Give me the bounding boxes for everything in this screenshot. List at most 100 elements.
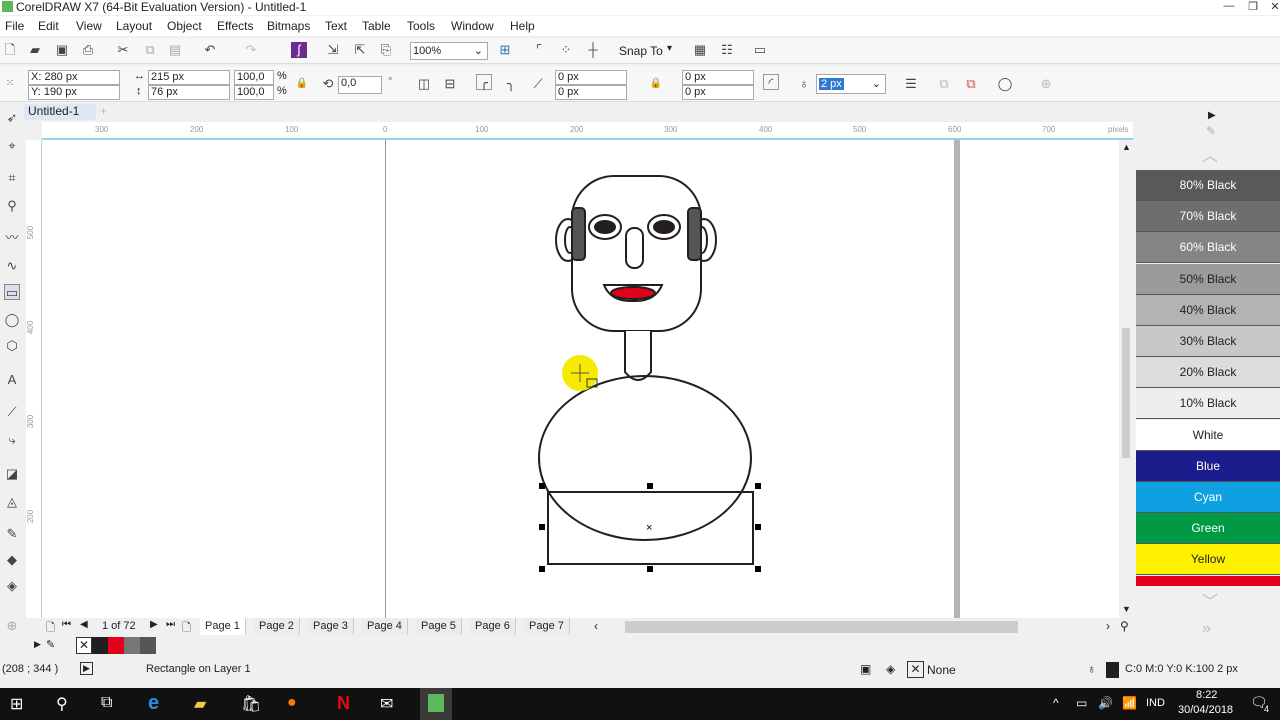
- vertical-scrollbar[interactable]: ▲ ▼: [1119, 140, 1133, 618]
- connector-tool-icon[interactable]: ⤷: [4, 432, 20, 448]
- menu-tools[interactable]: Tools: [407, 19, 435, 33]
- page-tab-7[interactable]: Page 7: [524, 618, 570, 635]
- menu-layout[interactable]: Layout: [116, 19, 152, 33]
- minimize-button[interactable]: —: [1218, 0, 1240, 14]
- relative-corner-scaling-icon[interactable]: ◜: [763, 74, 779, 90]
- scale-x-field[interactable]: 100,0: [234, 70, 274, 85]
- to-front-icon[interactable]: ⧉: [936, 76, 952, 92]
- horizontal-ruler[interactable]: 300 200 100 0 100 200 300 400 500 600 70…: [42, 122, 1133, 140]
- clock-time[interactable]: 8:22: [1196, 689, 1217, 701]
- x-position-field[interactable]: X: 280 px: [28, 70, 120, 85]
- pick-tool-icon[interactable]: ➶: [4, 110, 20, 126]
- scroll-down-icon[interactable]: ▼: [1122, 604, 1131, 614]
- expand-palette-icon[interactable]: »: [1202, 620, 1211, 638]
- scroll-down-icon[interactable]: ﹀: [1202, 588, 1218, 612]
- zoom-select[interactable]: 100% ⌄: [410, 42, 488, 60]
- page-tab-5[interactable]: Page 5: [416, 618, 462, 635]
- next-page-icon[interactable]: ▶: [150, 619, 158, 630]
- convert-to-curves-icon[interactable]: ◯: [997, 76, 1013, 92]
- lock-ratio-icon[interactable]: 🔒: [294, 76, 310, 92]
- add-tool-icon[interactable]: ⊕: [4, 618, 20, 634]
- horizontal-scroll-thumb[interactable]: [625, 621, 1018, 633]
- polygon-tool-icon[interactable]: ⬡: [4, 338, 20, 354]
- application-launcher-icon[interactable]: ☷: [719, 42, 735, 58]
- search-content-icon[interactable]: ʃ: [291, 42, 307, 58]
- swatch-30-black[interactable]: 30% Black: [1136, 326, 1280, 357]
- scalloped-corner-icon[interactable]: ╮: [503, 76, 519, 92]
- menu-file[interactable]: File: [5, 19, 24, 33]
- open-icon[interactable]: ▰: [27, 42, 43, 58]
- page-tab-4[interactable]: Page 4: [362, 618, 408, 635]
- vertical-ruler[interactable]: 500 400 300 200: [26, 140, 42, 618]
- no-color-swatch[interactable]: ✕: [76, 637, 92, 654]
- swatch-white[interactable]: White: [1136, 419, 1280, 451]
- swatch-50-black[interactable]: 50% Black: [1136, 263, 1280, 295]
- menu-bitmaps[interactable]: Bitmaps: [267, 19, 310, 33]
- crop-tool-icon[interactable]: ⌗: [4, 170, 20, 186]
- show-guidelines-icon[interactable]: ┼: [585, 42, 601, 58]
- redo-icon[interactable]: ↷: [243, 42, 259, 58]
- page-tab-6[interactable]: Page 6: [470, 618, 516, 635]
- swatch-20-black[interactable]: 20% Black: [1136, 357, 1280, 389]
- full-screen-preview-icon[interactable]: ⊞: [497, 42, 513, 58]
- outline-color-swatch[interactable]: [1106, 662, 1119, 678]
- chamfered-corner-icon[interactable]: ⟋: [530, 76, 546, 92]
- scroll-up-icon[interactable]: ▲: [1122, 142, 1131, 152]
- freehand-tool-icon[interactable]: 〰: [4, 230, 20, 246]
- firefox-icon[interactable]: ●: [287, 694, 297, 712]
- scroll-left-icon[interactable]: ‹: [594, 619, 598, 633]
- first-page-icon[interactable]: ⏮: [62, 619, 71, 630]
- swatch-red[interactable]: [1136, 576, 1280, 586]
- to-back-icon[interactable]: ⧉: [963, 76, 979, 92]
- eyedropper-icon[interactable]: ✎: [4, 526, 20, 542]
- text-wrap-icon[interactable]: ☰: [903, 76, 919, 92]
- volume-icon[interactable]: 🔊: [1098, 696, 1113, 710]
- netflix-icon[interactable]: N: [337, 693, 350, 714]
- cut-icon[interactable]: ✂: [115, 42, 131, 58]
- outline-width-select[interactable]: 2 px ⌄: [816, 74, 886, 94]
- menu-text[interactable]: Text: [325, 19, 347, 33]
- rectangle-tool-icon[interactable]: ▭: [4, 284, 20, 300]
- swatch-blue[interactable]: Blue: [1136, 450, 1280, 482]
- round-corner-icon[interactable]: ╭: [476, 74, 492, 90]
- task-view-icon[interactable]: ⧉: [101, 694, 112, 712]
- previous-page-icon[interactable]: ◀: [80, 619, 88, 630]
- height-field[interactable]: 76 px: [148, 85, 230, 100]
- swatch-80-black[interactable]: 80% Black: [1136, 170, 1280, 201]
- no-fill-swatch[interactable]: ✕: [907, 661, 924, 678]
- mail-icon[interactable]: ✉: [380, 694, 393, 714]
- swatch-10-black[interactable]: 10% Black: [1136, 388, 1280, 420]
- vertical-scroll-thumb[interactable]: [1122, 328, 1130, 458]
- new-icon[interactable]: 🗋: [2, 42, 18, 58]
- undo-icon[interactable]: ↶: [202, 42, 218, 58]
- export-icon[interactable]: ⇱: [352, 42, 368, 58]
- document-tab[interactable]: Untitled-1: [24, 104, 96, 120]
- page-tab-3[interactable]: Page 3: [308, 618, 354, 635]
- menu-window[interactable]: Window: [451, 19, 494, 33]
- zoom-navigator-icon[interactable]: ⚲: [1120, 619, 1129, 633]
- interactive-fill-icon[interactable]: ◆: [4, 552, 20, 568]
- restore-button[interactable]: ❐: [1242, 0, 1264, 14]
- menu-view[interactable]: View: [76, 19, 102, 33]
- corner-radius-bottom-left[interactable]: 0 px: [555, 85, 627, 100]
- close-button[interactable]: ✕: [1264, 0, 1280, 14]
- copy-icon[interactable]: ⧉: [142, 42, 158, 58]
- page-tab-2[interactable]: Page 2: [254, 618, 300, 635]
- battery-icon[interactable]: ▭: [1076, 696, 1087, 710]
- network-icon[interactable]: 📶: [1122, 696, 1137, 710]
- swatch-dark-gray[interactable]: [140, 637, 156, 654]
- snap-to-dropdown[interactable]: Snap To: [619, 44, 663, 58]
- welcome-screen-icon[interactable]: ▭: [752, 42, 768, 58]
- smart-fill-icon[interactable]: ◈: [4, 578, 20, 594]
- add-icon[interactable]: ⊕: [1038, 76, 1054, 92]
- search-icon[interactable]: ⚲: [56, 694, 68, 714]
- store-icon[interactable]: 🛍: [241, 694, 261, 714]
- swatch-70-black[interactable]: 70% Black: [1136, 201, 1280, 233]
- shape-tool-icon[interactable]: ⌖: [4, 138, 20, 154]
- y-position-field[interactable]: Y: 190 px: [28, 85, 120, 100]
- ellipse-tool-icon[interactable]: ◯: [4, 312, 20, 328]
- lock-corners-icon[interactable]: 🔒: [648, 76, 664, 92]
- zoom-tool-icon[interactable]: ⚲: [4, 198, 20, 214]
- text-tool-icon[interactable]: A: [4, 372, 20, 388]
- save-icon[interactable]: ▣: [54, 42, 70, 58]
